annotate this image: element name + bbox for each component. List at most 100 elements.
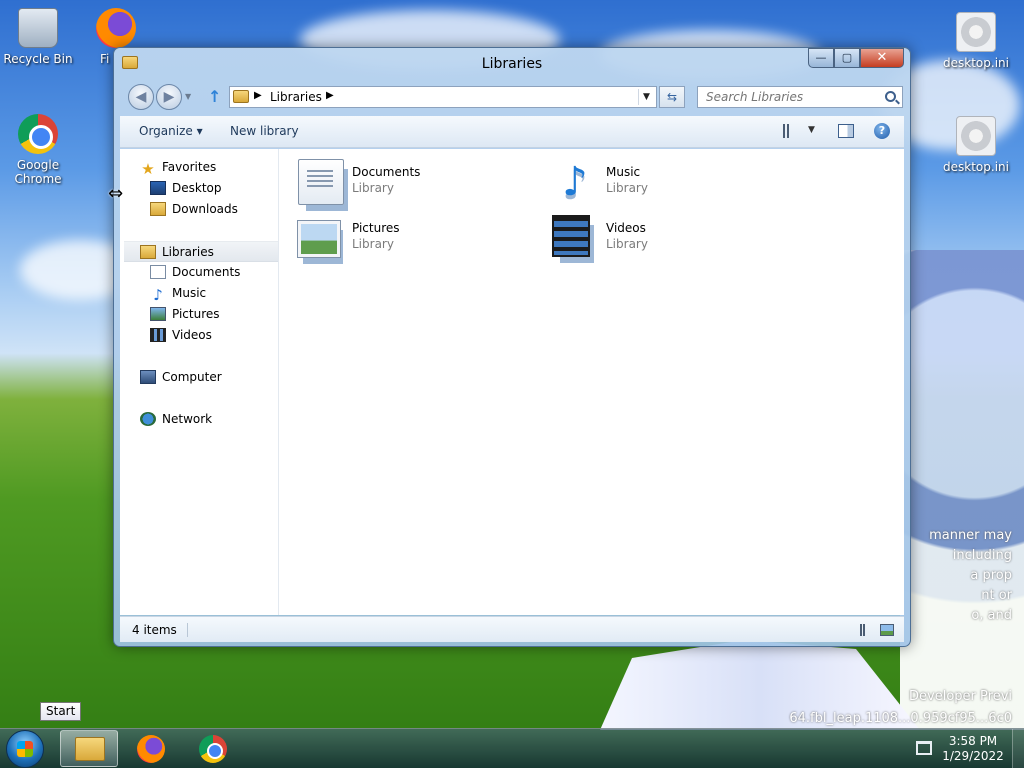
address-dropdown-button[interactable]: ▼ bbox=[638, 89, 654, 105]
minimize-button[interactable]: — bbox=[808, 48, 834, 68]
search-icon[interactable] bbox=[885, 91, 896, 102]
nav-item-label: Documents bbox=[172, 265, 241, 279]
address-bar[interactable]: ▶ Libraries ▶ ▼ bbox=[229, 86, 657, 108]
nav-item-pictures[interactable]: Pictures bbox=[150, 304, 220, 325]
library-tile-documents[interactable]: Documents Library bbox=[280, 155, 520, 205]
library-folder-icon bbox=[233, 90, 249, 103]
computer-icon bbox=[140, 370, 156, 384]
libraries-icon bbox=[140, 245, 156, 259]
search-box[interactable] bbox=[697, 86, 903, 108]
taskbar-firefox-button[interactable] bbox=[122, 730, 180, 767]
nav-item-downloads[interactable]: Downloads bbox=[150, 199, 238, 220]
library-name: Pictures bbox=[352, 221, 400, 235]
resize-cursor-icon: ⇔ bbox=[108, 183, 124, 204]
nav-item-label: Pictures bbox=[172, 307, 220, 321]
change-view-icon[interactable] bbox=[783, 124, 799, 138]
search-input[interactable] bbox=[706, 90, 876, 104]
details-view-icon[interactable] bbox=[860, 624, 874, 636]
explorer-folder-icon bbox=[75, 737, 105, 761]
refresh-button[interactable]: ⇆ bbox=[659, 86, 685, 108]
nav-item-network[interactable]: Network bbox=[140, 409, 212, 430]
nav-item-favorites[interactable]: ★ Favorites bbox=[140, 157, 216, 178]
library-tile-pictures[interactable]: Pictures Library bbox=[280, 211, 520, 261]
desktop-icon-label: Google Chrome bbox=[14, 158, 62, 186]
library-tile-videos[interactable]: Videos Library bbox=[534, 211, 774, 261]
show-desktop-button[interactable] bbox=[1012, 729, 1024, 768]
nav-item-label: Favorites bbox=[162, 160, 217, 174]
large-icons-view-icon[interactable] bbox=[880, 624, 894, 636]
nav-item-label: Libraries bbox=[162, 245, 214, 259]
library-name: Videos bbox=[606, 221, 646, 235]
content-area: ★ Favorites Desktop Downloads Libraries D… bbox=[120, 149, 904, 615]
firefox-icon bbox=[96, 8, 136, 48]
desktop-icon-label: Recycle Bin bbox=[3, 52, 73, 66]
desktop-icon bbox=[150, 181, 166, 195]
system-clock[interactable]: 3:58 PM 1/29/2022 bbox=[938, 734, 1008, 764]
desktop-icon-desktop-ini[interactable]: desktop.ini bbox=[938, 12, 1014, 70]
up-arrow-icon[interactable]: ↑ bbox=[208, 87, 221, 106]
chrome-icon bbox=[18, 114, 58, 154]
nav-item-computer[interactable]: Computer bbox=[140, 367, 222, 388]
nav-item-label: Music bbox=[172, 286, 207, 300]
wallpaper-text-line: o, and bbox=[971, 608, 1012, 623]
library-type: Library bbox=[606, 181, 648, 195]
nav-item-libraries[interactable]: Libraries bbox=[124, 241, 278, 262]
maximize-button[interactable]: ▢ bbox=[834, 48, 860, 68]
explorer-window[interactable]: Libraries — ▢ ✕ ◀ ▶ ▼ ↑ ▶ Libraries ▶ ▼ … bbox=[113, 47, 911, 647]
wallpaper-text: manner may including a prop nt or o, and bbox=[929, 526, 1012, 626]
forward-button[interactable]: ▶ bbox=[156, 84, 182, 110]
nav-item-label: Network bbox=[162, 412, 213, 426]
wallpaper-text-line: a prop bbox=[970, 568, 1012, 583]
taskbar-chrome-button[interactable] bbox=[184, 730, 242, 767]
wallpaper-text-line: nt or bbox=[981, 588, 1012, 603]
nav-item-desktop[interactable]: Desktop bbox=[150, 178, 222, 199]
item-count: 4 items bbox=[132, 623, 188, 637]
library-type: Library bbox=[352, 237, 394, 251]
nav-item-label: Computer bbox=[162, 370, 222, 384]
settings-file-icon bbox=[956, 116, 996, 156]
nav-item-videos[interactable]: Videos bbox=[150, 325, 212, 346]
new-library-button[interactable]: New library bbox=[230, 124, 299, 138]
title-bar[interactable]: Libraries — ▢ ✕ bbox=[114, 48, 910, 80]
desktop-icon-recycle-bin[interactable]: Recycle Bin bbox=[0, 8, 76, 66]
navigation-bar: ◀ ▶ ▼ ↑ ▶ Libraries ▶ ▼ ⇆ bbox=[114, 82, 910, 112]
desktop-icon-google-chrome[interactable]: Google Chrome bbox=[0, 114, 76, 186]
nav-item-documents[interactable]: Documents bbox=[150, 262, 240, 283]
nav-item-music[interactable]: ♪ Music bbox=[150, 283, 206, 304]
videos-library-icon bbox=[552, 215, 590, 257]
build-watermark-line: Developer Previ bbox=[909, 689, 1012, 704]
view-options-dropdown[interactable]: ▼ bbox=[808, 125, 815, 135]
nav-item-label: Videos bbox=[172, 328, 212, 342]
wallpaper-character bbox=[900, 250, 1024, 730]
taskbar-explorer-button[interactable] bbox=[60, 730, 118, 767]
organize-button[interactable]: Organize ▾ bbox=[139, 124, 203, 138]
film-icon bbox=[150, 328, 166, 342]
nav-item-label: Downloads bbox=[172, 202, 238, 216]
build-watermark: Developer Previ 64.fbl_leap.1108...0.959… bbox=[789, 686, 1012, 730]
picture-icon bbox=[150, 307, 166, 321]
desktop-icon-desktop-ini[interactable]: desktop.ini bbox=[938, 116, 1014, 174]
breadcrumb-chevron-icon[interactable]: ▶ bbox=[326, 90, 334, 101]
library-items: Documents Library ♪ Music Library Pictur… bbox=[280, 149, 904, 615]
library-name: Documents bbox=[352, 165, 421, 179]
close-button[interactable]: ✕ bbox=[860, 48, 904, 68]
recent-pages-dropdown[interactable]: ▼ bbox=[185, 92, 191, 101]
back-button[interactable]: ◀ bbox=[128, 84, 154, 110]
documents-library-icon bbox=[298, 159, 344, 205]
desktop-icon-label: desktop.ini bbox=[943, 160, 1009, 174]
downloads-folder-icon bbox=[150, 202, 166, 216]
start-button[interactable] bbox=[6, 730, 44, 768]
help-icon[interactable]: ? bbox=[874, 123, 890, 139]
music-note-icon: ♪ bbox=[153, 286, 163, 304]
network-tray-icon[interactable] bbox=[916, 741, 932, 755]
preview-pane-icon[interactable] bbox=[838, 124, 854, 138]
library-type: Library bbox=[352, 181, 394, 195]
music-library-icon: ♪ bbox=[562, 159, 588, 205]
navigation-pane: ★ Favorites Desktop Downloads Libraries D… bbox=[120, 149, 279, 615]
recycle-bin-icon bbox=[18, 8, 58, 48]
breadcrumb-libraries[interactable]: Libraries bbox=[270, 90, 322, 104]
settings-file-icon bbox=[956, 12, 996, 52]
breadcrumb-chevron-icon[interactable]: ▶ bbox=[254, 90, 262, 101]
status-bar: 4 items bbox=[120, 616, 904, 642]
library-tile-music[interactable]: ♪ Music Library bbox=[534, 155, 774, 205]
